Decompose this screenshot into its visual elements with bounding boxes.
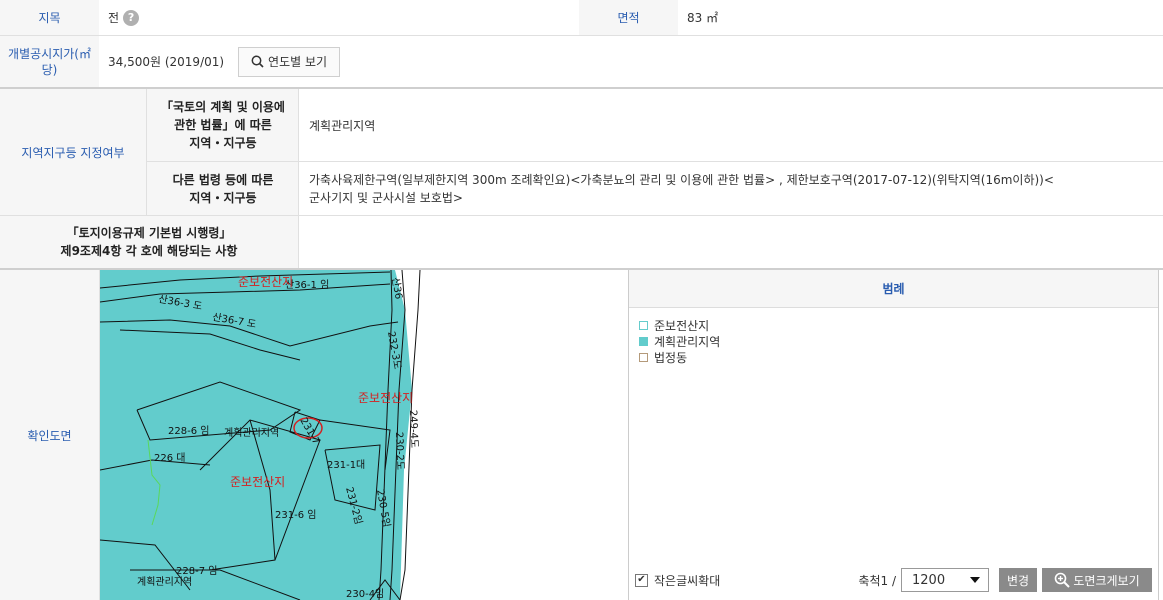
decree-value bbox=[299, 216, 1163, 268]
value-price: 34,500원 (2019/01) 연도별 보기 bbox=[99, 36, 1163, 87]
map-label: 249-4도 bbox=[407, 410, 419, 449]
jimok-text: 전 bbox=[108, 11, 120, 25]
legend-panel: 범례 준보전산지 계획관리지역 법정동 ✔ 작은글씨확대 축척1 / 1200 … bbox=[628, 270, 1159, 600]
map-label: 231-6 임 bbox=[275, 508, 316, 521]
zone-title: 지역지구등 지정여부 bbox=[0, 89, 146, 215]
legend-swatch bbox=[639, 353, 648, 362]
map-label: 228-6 임 bbox=[168, 424, 209, 437]
map-label: 228-7 임 bbox=[176, 564, 217, 577]
value-jimok: 전 ? bbox=[99, 0, 579, 35]
legend-item: 법정동 bbox=[639, 350, 1158, 366]
price-text: 34,500원 (2019/01) bbox=[108, 55, 225, 69]
map-label: 계획관리지역 bbox=[224, 427, 279, 439]
cadastral-map[interactable]: 산36-1 임 산36-3 도 산36-7 도 232-3도 산36 249-4… bbox=[100, 270, 628, 600]
map-label: 230-4임 bbox=[346, 587, 384, 600]
map-zone-label: 준보전산지 bbox=[230, 475, 285, 489]
legend-title: 범례 bbox=[629, 270, 1158, 308]
label-jimok: 지목 bbox=[0, 0, 99, 35]
other-law-value: 가축사육제한구역(일부제한지역 300m 조례확인요)<가축분뇨의 관리 및 이… bbox=[309, 173, 1054, 205]
small-text-label: 작은글씨확대 bbox=[654, 573, 721, 588]
legend-swatch bbox=[639, 337, 648, 346]
scale-label: 축척1 / bbox=[858, 573, 896, 588]
map-label: 231-1대 bbox=[327, 459, 365, 471]
map-section-label: 확인도면 bbox=[0, 270, 99, 600]
legend-item: 계획관리지역 bbox=[639, 334, 1158, 350]
map-zone-label: 준보전산지 bbox=[238, 275, 293, 289]
label-area: 면적 bbox=[579, 0, 678, 35]
yearly-view-button[interactable]: 연도별 보기 bbox=[238, 46, 341, 77]
chevron-down-icon bbox=[970, 577, 980, 583]
map-controls: ✔ 작은글씨확대 축척1 / 1200 변경 도면크게보기 bbox=[629, 566, 1158, 594]
value-area: 83 ㎡ bbox=[687, 11, 719, 25]
national-law-label: 「국토의 계획 및 이용에 관한 법률」에 따른 지역・지구등 bbox=[147, 89, 299, 161]
map-label: 230-2도 bbox=[393, 432, 405, 471]
legend-item: 준보전산지 bbox=[639, 318, 1158, 334]
map-label: 226 대 bbox=[154, 452, 185, 464]
national-law-value: 계획관리지역 bbox=[309, 118, 376, 133]
map-zone-label: 준보전산지 bbox=[358, 391, 413, 405]
enlarge-map-button[interactable]: 도면크게보기 bbox=[1042, 568, 1152, 592]
legend-list: 준보전산지 계획관리지역 법정동 bbox=[629, 308, 1158, 366]
other-law-label: 다른 법령 등에 따른 지역・지구등 bbox=[147, 162, 299, 215]
zoom-in-icon bbox=[1055, 572, 1071, 588]
scale-select[interactable]: 1200 bbox=[901, 568, 989, 592]
map-label: 계획관리지역 bbox=[137, 576, 192, 588]
label-price: 개별공시지가(㎡ 당) bbox=[0, 36, 99, 87]
small-text-checkbox[interactable]: ✔ bbox=[635, 573, 648, 587]
map-drawing: 산36-1 임 산36-3 도 산36-7 도 232-3도 산36 249-4… bbox=[100, 270, 628, 600]
decree-label: 「토지이용규제 기본법 시행령」 제9조제4항 각 호에 해당되는 사항 bbox=[0, 216, 298, 268]
help-icon[interactable]: ? bbox=[123, 9, 140, 26]
change-button[interactable]: 변경 bbox=[999, 568, 1037, 592]
search-icon bbox=[251, 55, 264, 68]
legend-swatch bbox=[639, 321, 648, 330]
